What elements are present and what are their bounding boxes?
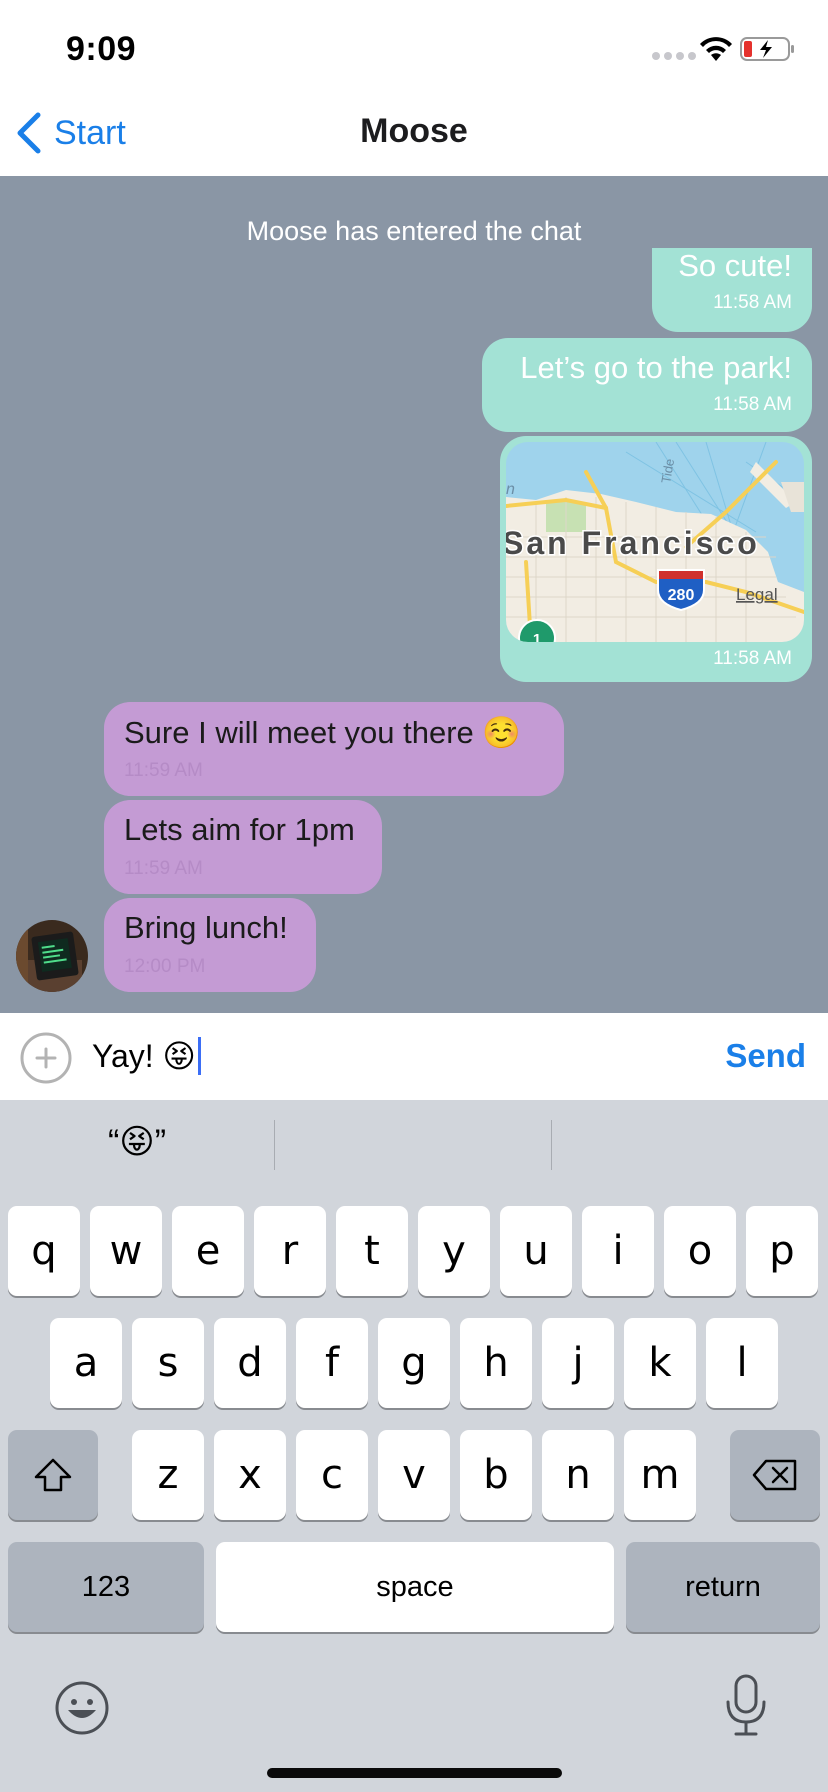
- numbers-key[interactable]: 123: [8, 1542, 204, 1632]
- map-city-label: San Francisco: [506, 525, 760, 561]
- home-indicator[interactable]: [267, 1768, 562, 1778]
- key-a[interactable]: a: [50, 1318, 122, 1408]
- key-t[interactable]: t: [336, 1206, 408, 1296]
- map-legal-link[interactable]: Legal: [736, 585, 778, 604]
- map-water-label: n: [506, 481, 515, 498]
- return-key[interactable]: return: [626, 1542, 820, 1632]
- navigation-bar: Start Moose: [0, 90, 828, 176]
- keyboard: “😝” q w e r t y u i o p a s d f g h j k …: [0, 1100, 828, 1792]
- key-e[interactable]: e: [172, 1206, 244, 1296]
- message-time: 12:00 PM: [124, 956, 206, 977]
- emoji-icon[interactable]: [54, 1680, 110, 1736]
- message-time: 11:59 AM: [124, 858, 203, 879]
- avatar[interactable]: [16, 920, 88, 992]
- key-w[interactable]: w: [90, 1206, 162, 1296]
- incoming-message[interactable]: Bring lunch! 12:00 PM: [104, 898, 316, 992]
- message-text: So cute!: [678, 248, 792, 283]
- message-time: 11:59 AM: [124, 760, 203, 781]
- shift-key[interactable]: [8, 1430, 98, 1520]
- key-k[interactable]: k: [624, 1318, 696, 1408]
- microphone-icon[interactable]: [724, 1674, 768, 1738]
- outgoing-message[interactable]: Let’s go to the park! 11:58 AM: [482, 338, 812, 432]
- key-m[interactable]: m: [624, 1430, 696, 1520]
- key-v[interactable]: v: [378, 1430, 450, 1520]
- key-h[interactable]: h: [460, 1318, 532, 1408]
- message-composer: Yay! 😝 Send: [0, 1013, 828, 1100]
- message-time: 11:58 AM: [713, 394, 792, 415]
- key-q[interactable]: q: [8, 1206, 80, 1296]
- interstate-shield-icon: 280: [657, 569, 705, 612]
- outgoing-message[interactable]: So cute! 11:58 AM: [652, 248, 812, 332]
- key-d[interactable]: d: [214, 1318, 286, 1408]
- message-time: 11:58 AM: [713, 648, 792, 669]
- message-time: 11:58 AM: [713, 292, 792, 313]
- key-u[interactable]: u: [500, 1206, 572, 1296]
- suggestion-item[interactable]: [552, 1122, 828, 1172]
- message-input-text: Yay! 😝: [92, 1038, 196, 1074]
- key-x[interactable]: x: [214, 1430, 286, 1520]
- space-key[interactable]: space: [216, 1542, 614, 1632]
- predictive-bar: “😝”: [0, 1100, 828, 1194]
- text-cursor: [197, 1037, 201, 1075]
- message-text: Sure I will meet you there ☺️: [124, 715, 521, 750]
- key-y[interactable]: y: [418, 1206, 490, 1296]
- key-s[interactable]: s: [132, 1318, 204, 1408]
- message-text: Lets aim for 1pm: [124, 812, 355, 847]
- key-c[interactable]: c: [296, 1430, 368, 1520]
- cellular-signal-icon: [652, 52, 696, 60]
- key-p[interactable]: p: [746, 1206, 818, 1296]
- incoming-message[interactable]: Lets aim for 1pm 11:59 AM: [104, 800, 382, 894]
- suggestion-item[interactable]: “😝”: [0, 1122, 274, 1172]
- key-f[interactable]: f: [296, 1318, 368, 1408]
- outgoing-map-message[interactable]: San Francisco n Tide 280 1 Legal 11:58 A…: [500, 436, 812, 682]
- key-r[interactable]: r: [254, 1206, 326, 1296]
- message-text: Bring lunch!: [124, 910, 288, 945]
- backspace-icon: [752, 1459, 797, 1491]
- wifi-icon: [700, 37, 732, 61]
- page-title: Moose: [360, 112, 468, 150]
- suggestion-item[interactable]: [275, 1122, 551, 1172]
- chat-message-list[interactable]: Moose has entered the chat So cute! 11:5…: [0, 176, 828, 1013]
- message-text: Let’s go to the park!: [520, 350, 792, 385]
- key-g[interactable]: g: [378, 1318, 450, 1408]
- backspace-key[interactable]: [730, 1430, 820, 1520]
- status-bar: 9:09: [0, 0, 828, 90]
- key-l[interactable]: l: [706, 1318, 778, 1408]
- key-i[interactable]: i: [582, 1206, 654, 1296]
- key-o[interactable]: o: [664, 1206, 736, 1296]
- key-b[interactable]: b: [460, 1430, 532, 1520]
- shift-icon: [34, 1458, 72, 1492]
- map-thumbnail[interactable]: San Francisco n Tide 280 1 Legal: [506, 442, 804, 642]
- plus-icon[interactable]: [20, 1032, 72, 1084]
- message-input[interactable]: Yay! 😝: [92, 1027, 692, 1085]
- route-shield-label: 1: [533, 631, 541, 642]
- key-j[interactable]: j: [542, 1318, 614, 1408]
- incoming-message[interactable]: Sure I will meet you there ☺️ 11:59 AM: [104, 702, 564, 796]
- key-n[interactable]: n: [542, 1430, 614, 1520]
- system-message: Moose has entered the chat: [246, 216, 582, 246]
- status-time: 9:09: [66, 30, 137, 68]
- battery-charging-icon: [740, 37, 794, 61]
- key-z[interactable]: z: [132, 1430, 204, 1520]
- send-button[interactable]: Send: [725, 1037, 806, 1075]
- interstate-shield-label: 280: [668, 587, 695, 604]
